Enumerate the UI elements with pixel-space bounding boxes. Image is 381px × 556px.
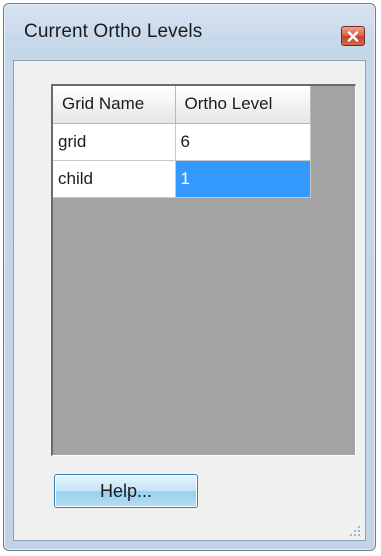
close-icon [347, 30, 359, 42]
column-header-ortho-level[interactable]: Ortho Level [175, 86, 311, 124]
close-button[interactable] [341, 26, 365, 46]
column-header-grid-name[interactable]: Grid Name [53, 86, 176, 124]
ortho-levels-grid[interactable]: Grid Name Ortho Level grid 6 child 1 [51, 84, 356, 456]
help-button[interactable]: Help... [54, 474, 198, 508]
dialog-client-area: Grid Name Ortho Level grid 6 child 1 Hel… [13, 60, 366, 541]
ortho-level-cell[interactable]: 6 [175, 123, 311, 161]
grid-name-cell[interactable]: grid [53, 123, 176, 161]
ortho-level-cell-selected[interactable]: 1 [175, 160, 311, 198]
title-bar[interactable]: Current Ortho Levels [4, 4, 375, 60]
grid-name-cell[interactable]: child [53, 160, 176, 198]
grid-table: Grid Name Ortho Level grid 6 child 1 [53, 86, 311, 198]
window-title: Current Ortho Levels [24, 21, 203, 42]
table-row[interactable]: child 1 [53, 160, 311, 198]
table-row[interactable]: grid 6 [53, 123, 311, 161]
resize-grip-icon[interactable] [349, 524, 361, 536]
dialog-window: Current Ortho Levels Grid Name Ortho Lev… [3, 3, 376, 551]
header-row: Grid Name Ortho Level [53, 86, 311, 124]
